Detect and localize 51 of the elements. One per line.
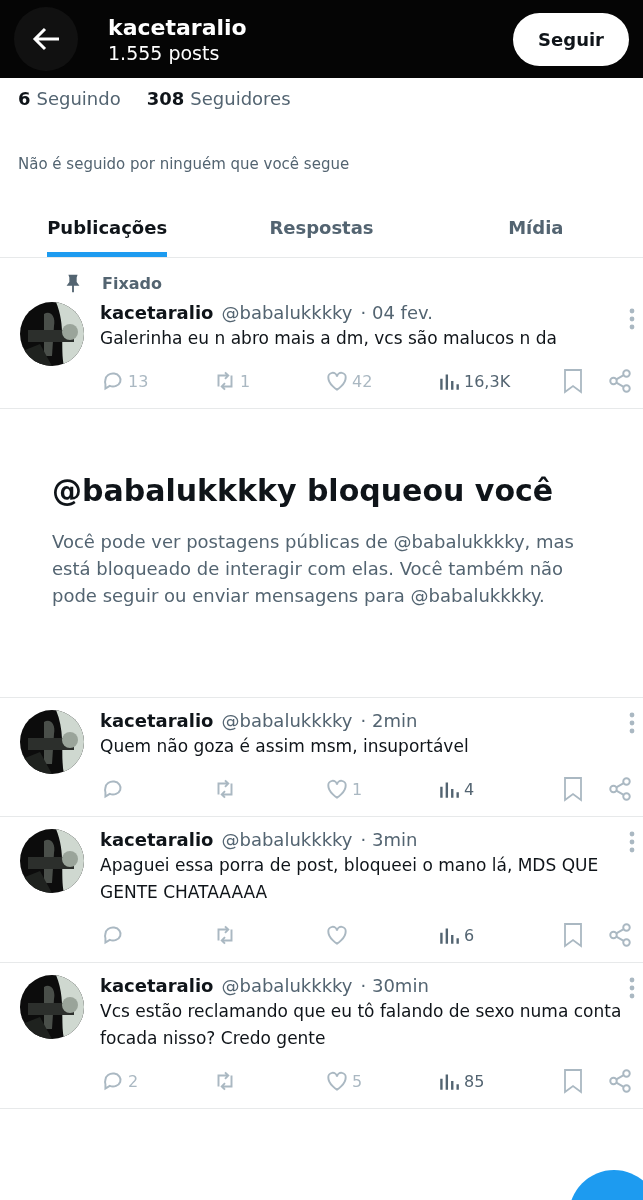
post-count: 1.555 posts: [108, 41, 221, 64]
bookmark-icon[interactable]: [561, 1068, 585, 1094]
bookmark-icon[interactable]: [561, 368, 585, 394]
views-count: 85: [464, 1071, 485, 1091]
profile-tab[interactable]: Publicações: [0, 205, 215, 257]
back-icon: [31, 26, 61, 52]
post-time: · 3min: [360, 829, 418, 850]
reply-count: 13: [128, 371, 149, 391]
followers-note: Não é seguido por ninguém que você segue: [17, 154, 351, 173]
views-count: 16,3K: [464, 371, 511, 391]
follow-button[interactable]: Seguir: [513, 12, 629, 66]
share-icon[interactable]: [607, 776, 633, 802]
pinned-label: Fixado: [102, 273, 162, 293]
post-time: · 2min: [360, 710, 418, 731]
author-name[interactable]: kacetaralio: [100, 975, 214, 996]
author-handle[interactable]: @babalukkkky: [221, 829, 353, 850]
more-icon[interactable]: [629, 831, 635, 853]
like-count: 1: [352, 779, 363, 799]
reply-count: 2: [128, 1071, 139, 1091]
bookmark-icon[interactable]: [561, 776, 585, 802]
more-icon[interactable]: [629, 977, 635, 999]
post-text: Quem não goza é assim msm, insuportável: [100, 735, 470, 758]
block-message: Você pode ver postagens públicas de @babalukkkky, mas está bloqueado de interagir com elas. Você também não pode seguir ou enviar mensagens para @babalukkkky.: [52, 530, 575, 608]
share-icon[interactable]: [607, 1068, 633, 1094]
author-handle[interactable]: @babalukkkky: [221, 975, 353, 996]
post-text: Galerinha eu n abro mais a dm, vcs são malucos n da: [100, 327, 558, 350]
like-count: 42: [352, 371, 373, 391]
profile-tab[interactable]: Mídia: [428, 205, 643, 257]
more-icon[interactable]: [629, 308, 635, 330]
author-handle[interactable]: @babalukkkky: [221, 302, 353, 323]
like-count: 5: [352, 1071, 363, 1091]
views-count: 6: [464, 925, 475, 945]
repost-count: 1: [240, 371, 251, 391]
bookmark-icon[interactable]: [561, 922, 585, 948]
post-time: · 04 fev.: [360, 302, 433, 323]
block-title: @babalukkkky bloqueou você: [52, 473, 555, 508]
profile-tab[interactable]: Respostas: [214, 205, 429, 257]
author-name[interactable]: kacetaralio: [100, 710, 214, 731]
author-name[interactable]: kacetaralio: [100, 829, 214, 850]
views-count: 4: [464, 779, 475, 799]
author-handle[interactable]: @babalukkkky: [221, 710, 353, 731]
post-text: Apaguei essa porra de post, bloqueei o mano lá, MDS QUE GENTE CHATAAAAA: [100, 854, 600, 904]
share-icon[interactable]: [607, 368, 633, 394]
follow-stat[interactable]: 6 Seguindo: [18, 88, 121, 109]
author-name[interactable]: kacetaralio: [100, 302, 214, 323]
more-icon[interactable]: [629, 712, 635, 734]
share-icon[interactable]: [607, 922, 633, 948]
post-time: · 30min: [360, 975, 429, 996]
post-text: Vcs estão reclamando que eu tô falando de sexo numa conta focada nisso? Credo gente: [100, 1000, 623, 1050]
follow-stat[interactable]: 308 Seguidores: [146, 88, 291, 109]
profile-name: kacetaralio: [108, 14, 248, 40]
